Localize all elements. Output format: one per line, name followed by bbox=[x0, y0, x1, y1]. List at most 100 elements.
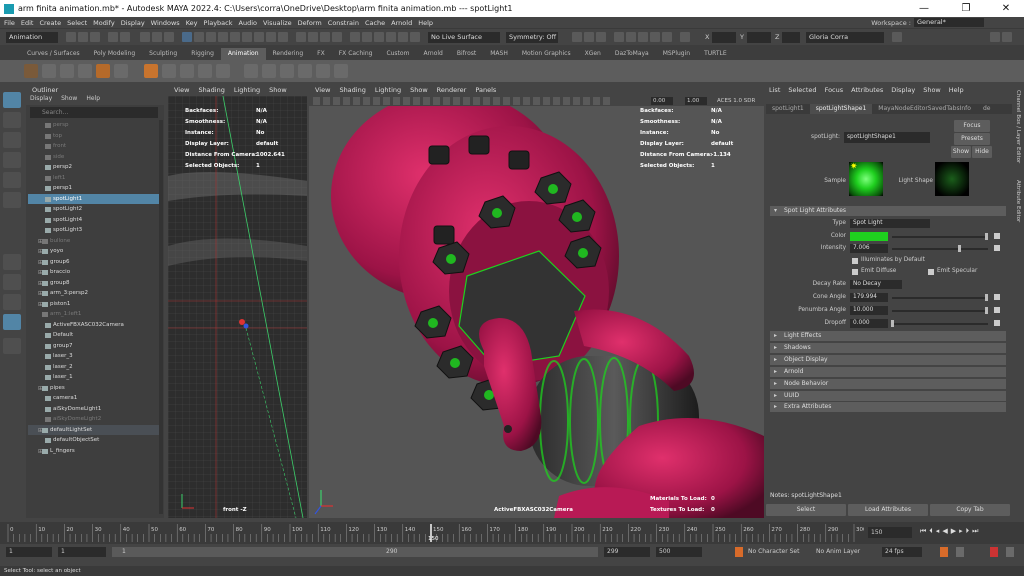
shelf-aim-constraint-icon[interactable] bbox=[280, 64, 294, 78]
exposure-field[interactable]: 0.00 bbox=[651, 97, 673, 105]
type-dropdown[interactable]: Spot Light bbox=[850, 219, 930, 228]
history-icon[interactable] bbox=[350, 32, 360, 42]
outliner-item[interactable]: group7 bbox=[28, 341, 160, 352]
shelf-inbetween-icon[interactable] bbox=[60, 64, 74, 78]
outliner-item[interactable]: ⊞ yoyo bbox=[28, 246, 160, 257]
new-scene-icon[interactable] bbox=[66, 32, 76, 42]
loop-icon[interactable] bbox=[940, 547, 948, 557]
anim-layer-dropdown[interactable]: No Anim Layer bbox=[816, 547, 870, 557]
four-view-layout-icon[interactable] bbox=[3, 274, 21, 290]
vp2-menu-renderer[interactable]: Renderer bbox=[437, 86, 467, 96]
extra-attributes-section[interactable]: Extra Attributes bbox=[770, 402, 1006, 412]
playback-end-field[interactable]: 299 bbox=[604, 547, 650, 557]
playback-start-field[interactable]: 1 bbox=[58, 547, 106, 557]
fps-dropdown[interactable]: 24 fps bbox=[882, 547, 922, 557]
vp1-menu-shading[interactable]: Shading bbox=[198, 86, 224, 96]
toggle-attribute-editor-icon[interactable] bbox=[1002, 32, 1012, 42]
render-frame-icon[interactable] bbox=[362, 32, 372, 42]
illuminates-default-checkbox[interactable] bbox=[852, 258, 858, 264]
penumbra-angle-field[interactable]: 10.000 bbox=[850, 306, 888, 315]
color-slider[interactable] bbox=[892, 236, 988, 238]
attr-menu-focus[interactable]: Focus bbox=[825, 86, 844, 97]
menu-cache[interactable]: Cache bbox=[365, 19, 385, 27]
load-attributes-button[interactable]: Load Attributes bbox=[848, 504, 928, 516]
select-tool-icon[interactable] bbox=[3, 92, 21, 108]
shelf-orient-constraint-icon[interactable] bbox=[244, 64, 258, 78]
front-viewport[interactable]: View Shading Lighting Show Backfaces: N/… bbox=[168, 86, 307, 518]
time-slider[interactable]: 0 10 20 30 40 50 60 70 80 90 100 110 120 130 140 150 160… bbox=[0, 522, 1024, 544]
vp1-menu-view[interactable]: View bbox=[174, 86, 189, 96]
shelf-tab-mash[interactable]: MASH bbox=[483, 48, 515, 60]
focus-button[interactable]: Focus bbox=[954, 120, 990, 132]
menu-constrain[interactable]: Constrain bbox=[328, 19, 359, 27]
attr-menu-show[interactable]: Show bbox=[923, 86, 941, 97]
penumbra-angle-slider-handle[interactable] bbox=[985, 307, 988, 314]
menu-arnold[interactable]: Arnold bbox=[391, 19, 412, 27]
hide-button[interactable]: Hide bbox=[972, 146, 992, 158]
intensity-field[interactable]: 7.006 bbox=[850, 244, 888, 253]
camera-based-icon[interactable] bbox=[626, 32, 636, 42]
undo-icon[interactable] bbox=[108, 32, 118, 42]
penumbra-angle-slider[interactable] bbox=[892, 310, 988, 312]
outliner-item[interactable]: spotLight3 bbox=[28, 225, 160, 236]
lasso-tool-icon[interactable] bbox=[3, 112, 21, 128]
xform-icon[interactable] bbox=[638, 32, 648, 42]
outliner-item[interactable]: ⊞ defaultLightSet bbox=[28, 424, 160, 435]
outliner-item[interactable]: ⊞ group8 bbox=[28, 278, 160, 289]
node-name-field[interactable]: spotLightShape1 bbox=[844, 132, 930, 143]
outliner-layout-icon[interactable] bbox=[3, 314, 21, 330]
menu-key[interactable]: Key bbox=[186, 19, 198, 27]
select-button[interactable]: Select bbox=[766, 504, 846, 516]
ipr-render-icon[interactable] bbox=[374, 32, 384, 42]
rotate-tool-icon[interactable] bbox=[3, 172, 21, 188]
vp2-menu-shading[interactable]: Shading bbox=[339, 86, 365, 96]
shelf-playblast-icon[interactable] bbox=[316, 64, 330, 78]
shelf-tab-turtle[interactable]: TURTLE bbox=[697, 48, 734, 60]
dropoff-map-button[interactable] bbox=[994, 320, 1000, 326]
character-set-dropdown[interactable]: No Character Set bbox=[748, 547, 802, 557]
dropoff-field[interactable]: 0.000 bbox=[850, 319, 888, 328]
toggle-modeling-toolkit-icon[interactable] bbox=[990, 32, 1000, 42]
mask-dynamics-icon[interactable] bbox=[242, 32, 252, 42]
object-display-section[interactable]: Object Display bbox=[770, 355, 1006, 365]
current-frame-field[interactable]: 150 bbox=[868, 527, 912, 538]
menu-audio[interactable]: Audio bbox=[239, 19, 257, 27]
outliner-item[interactable]: laser_3 bbox=[28, 351, 160, 362]
outliner-item[interactable]: Default bbox=[28, 330, 160, 341]
menu-playback[interactable]: Playback bbox=[203, 19, 232, 27]
shelf-dope-sheet-icon[interactable] bbox=[96, 64, 110, 78]
component-mode-icon[interactable] bbox=[662, 32, 672, 42]
gamma-field[interactable]: 1.00 bbox=[685, 97, 707, 105]
shelf-tab-curves-surfaces[interactable]: Curves / Surfaces bbox=[20, 48, 87, 60]
penumbra-angle-map-button[interactable] bbox=[994, 307, 1000, 313]
scale-tool-icon[interactable] bbox=[3, 192, 21, 208]
attr-menu-help[interactable]: Help bbox=[949, 86, 964, 97]
mask-misc-icon[interactable] bbox=[266, 32, 276, 42]
shelf-trax-icon[interactable] bbox=[114, 64, 128, 78]
shelf-tab-msplugin[interactable]: MSPlugin bbox=[656, 48, 697, 60]
color-slider-handle[interactable] bbox=[985, 233, 988, 240]
shelf-tab-fx-caching[interactable]: FX Caching bbox=[332, 48, 380, 60]
cone-angle-map-button[interactable] bbox=[994, 294, 1000, 300]
vp2-menu-show[interactable]: Show bbox=[410, 86, 428, 96]
outliner-item[interactable]: persp bbox=[28, 120, 160, 131]
shelf-tab-fx[interactable]: FX bbox=[310, 48, 332, 60]
outliner-item[interactable]: ⊞ piston1 bbox=[28, 299, 160, 310]
shelf-tab-arnold[interactable]: Arnold bbox=[416, 48, 449, 60]
light-effects-section[interactable]: Light Effects bbox=[770, 331, 1006, 341]
arnold-section[interactable]: Arnold bbox=[770, 367, 1006, 377]
attr-menu-display[interactable]: Display bbox=[891, 86, 915, 97]
outliner-menu-display[interactable]: Display bbox=[30, 95, 52, 105]
menu-file[interactable]: File bbox=[4, 19, 15, 27]
y-field[interactable] bbox=[747, 32, 771, 43]
shelf-tab-rendering[interactable]: Rendering bbox=[266, 48, 311, 60]
snap-view-icon[interactable] bbox=[332, 32, 342, 42]
live-surface-dropdown[interactable]: No Live Surface bbox=[428, 32, 500, 43]
attr-tab-de[interactable]: de bbox=[977, 104, 997, 114]
shelf-tab-sculpting[interactable]: Sculpting bbox=[142, 48, 184, 60]
shelf-pole-vector-icon[interactable] bbox=[298, 64, 312, 78]
vp1-menu-show[interactable]: Show bbox=[269, 86, 287, 96]
emit-specular-checkbox[interactable] bbox=[928, 269, 934, 275]
outliner-item[interactable]: ⊞ braccio bbox=[28, 267, 160, 278]
outliner-item[interactable]: spotLight2 bbox=[28, 204, 160, 215]
